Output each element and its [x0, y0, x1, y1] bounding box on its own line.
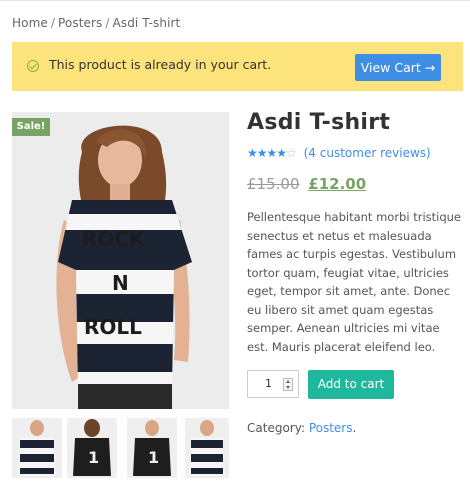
thumbnail-strip: 1 1	[12, 418, 229, 478]
customer-reviews-link[interactable]: (4 customer reviews)	[304, 146, 431, 160]
breadcrumb: Home / Posters / Asdi T-shirt	[12, 16, 180, 30]
breadcrumb-home-link[interactable]: Home	[12, 16, 48, 30]
thumbnail-1[interactable]	[12, 418, 62, 478]
decrement-icon[interactable]	[286, 386, 290, 389]
top-divider	[0, 0, 470, 1]
product-price: £15.00 £12.00	[247, 175, 366, 193]
category-link[interactable]: Posters	[309, 421, 353, 435]
increment-icon[interactable]	[286, 380, 290, 383]
category-suffix: .	[352, 421, 357, 435]
quantity-stepper[interactable]: 1	[247, 370, 299, 398]
breadcrumb-current: Asdi T-shirt	[112, 16, 181, 30]
breadcrumb-separator: /	[50, 16, 55, 30]
product-title: Asdi T-shirt	[247, 110, 391, 135]
product-main-image[interactable]: ROCK N ROLL	[12, 112, 229, 409]
breadcrumb-separator: /	[105, 16, 110, 30]
product-rating: ★★★★☆ (4 customer reviews)	[247, 146, 431, 160]
cart-notice: This product is already in your cart. Vi…	[12, 42, 463, 91]
product-category: Category: Posters.	[247, 421, 356, 435]
view-cart-button[interactable]: View Cart →	[355, 54, 441, 81]
svg-text:1: 1	[88, 448, 99, 467]
check-circle-icon	[27, 60, 39, 72]
breadcrumb-category-link[interactable]: Posters	[58, 16, 102, 30]
quantity-value[interactable]: 1	[265, 377, 272, 390]
product-description: Pellentesque habitant morbi tristique se…	[247, 210, 461, 354]
thumbnail-2[interactable]: 1	[67, 418, 117, 478]
rating-stars-icon: ★★★★☆	[247, 146, 297, 160]
thumbnail-4[interactable]	[185, 418, 229, 478]
shirt-print-line-3: ROLL	[84, 315, 142, 339]
add-to-cart-button[interactable]: Add to cart	[308, 370, 394, 399]
old-price: £15.00	[247, 175, 300, 193]
shirt-print-line-2: N	[112, 271, 129, 295]
svg-text:1: 1	[148, 448, 159, 467]
stepper-arrows-icon[interactable]	[283, 378, 293, 391]
sale-badge: Sale!	[12, 118, 50, 136]
notice-message: This product is already in your cart.	[49, 57, 272, 72]
thumbnail-3[interactable]: 1	[127, 418, 177, 478]
shirt-print-line-1: ROCK	[82, 227, 146, 251]
model-photo: ROCK N ROLL	[12, 112, 229, 409]
sale-price: £12.00	[308, 175, 367, 193]
category-label: Category:	[247, 421, 305, 435]
